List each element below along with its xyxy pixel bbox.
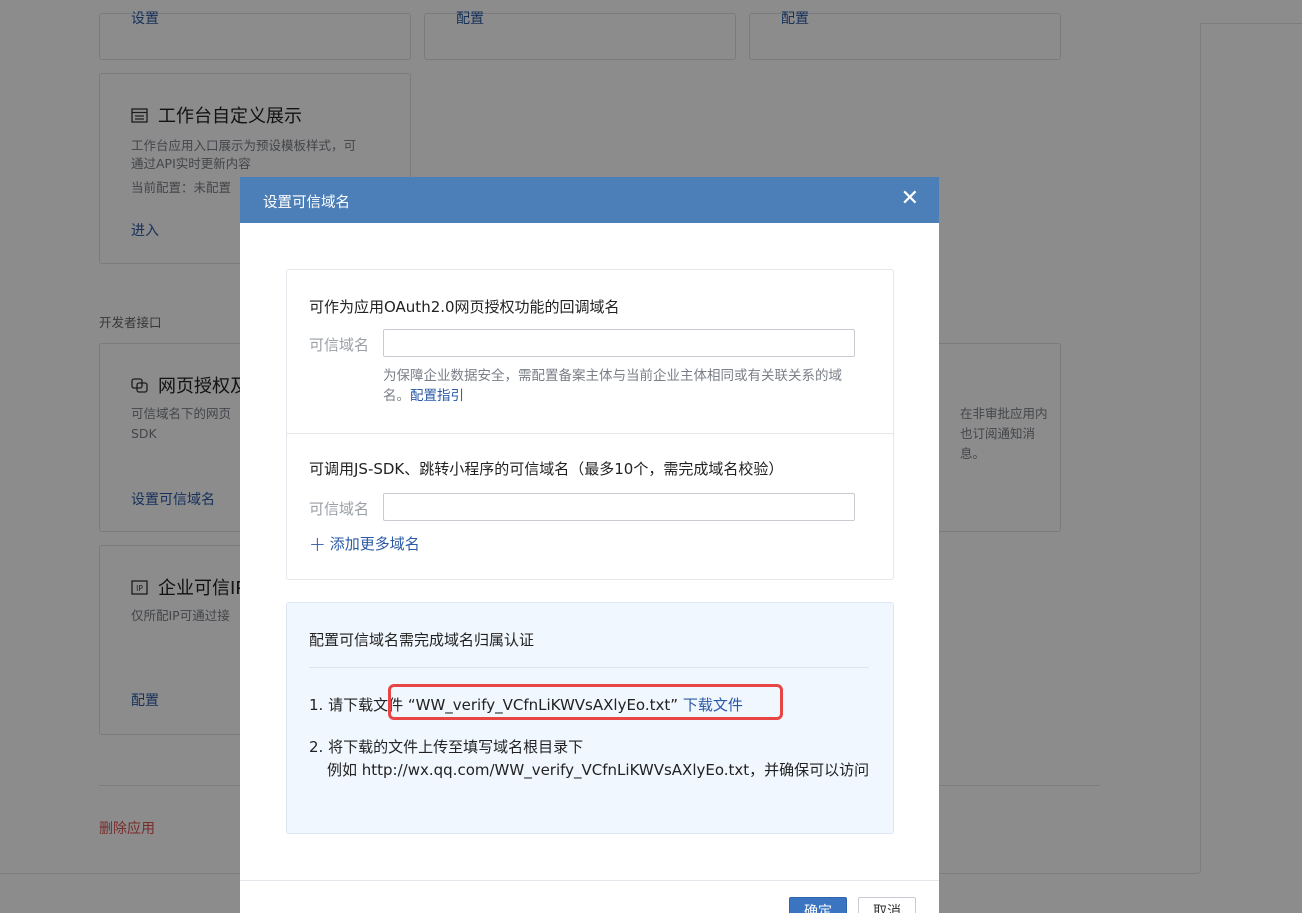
oauth-domain-input[interactable] (383, 329, 855, 357)
add-more-label: 添加更多域名 (329, 535, 420, 553)
close-icon[interactable]: ✕ (901, 187, 919, 211)
verify-step-2: 2. 将下载的文件上传至填写域名根目录下 例如 http://wx.qq.com… (309, 736, 879, 782)
confirm-button[interactable]: 确定 (789, 897, 847, 913)
highlight-box (388, 684, 783, 720)
dialog-footer: 确定 取消 (240, 880, 939, 913)
oauth-field-label: 可信域名 (309, 336, 370, 354)
verify-step-2-line-1: 2. 将下载的文件上传至填写域名根目录下 (309, 738, 584, 756)
add-more-domains-button[interactable]: + 添加更多域名 (309, 533, 420, 554)
verify-title: 配置可信域名需完成域名归属认证 (309, 631, 535, 649)
jssdk-section-title: 可调用JS-SDK、跳转小程序的可信域名（最多10个，需完成域名校验） (309, 460, 784, 478)
dialog-title: 设置可信域名 (263, 195, 350, 211)
jssdk-domain-input[interactable] (383, 493, 855, 521)
cancel-button[interactable]: 取消 (858, 897, 916, 913)
oauth-section-title: 可作为应用OAuth2.0网页授权功能的回调域名 (309, 298, 620, 316)
jssdk-field-label: 可信域名 (309, 500, 370, 518)
section-divider (287, 433, 893, 434)
dialog-header: 设置可信域名 ✕ (240, 177, 939, 223)
domain-config-box: 可作为应用OAuth2.0网页授权功能的回调域名 可信域名 为保障企业数据安全，… (286, 269, 894, 580)
verify-step-2-line-2: 例如 http://wx.qq.com/WW_verify_VCfnLiKWVs… (327, 761, 870, 779)
config-guide-link[interactable]: 配置指引 (410, 388, 464, 404)
trusted-domain-dialog: 设置可信域名 ✕ 可作为应用OAuth2.0网页授权功能的回调域名 可信域名 为… (240, 177, 939, 913)
plus-icon: + (309, 531, 326, 556)
oauth-hint: 为保障企业数据安全，需配置备案主体与当前企业主体相同或有关联关系的域名。配置指引 (383, 366, 863, 406)
verify-divider (309, 667, 869, 668)
